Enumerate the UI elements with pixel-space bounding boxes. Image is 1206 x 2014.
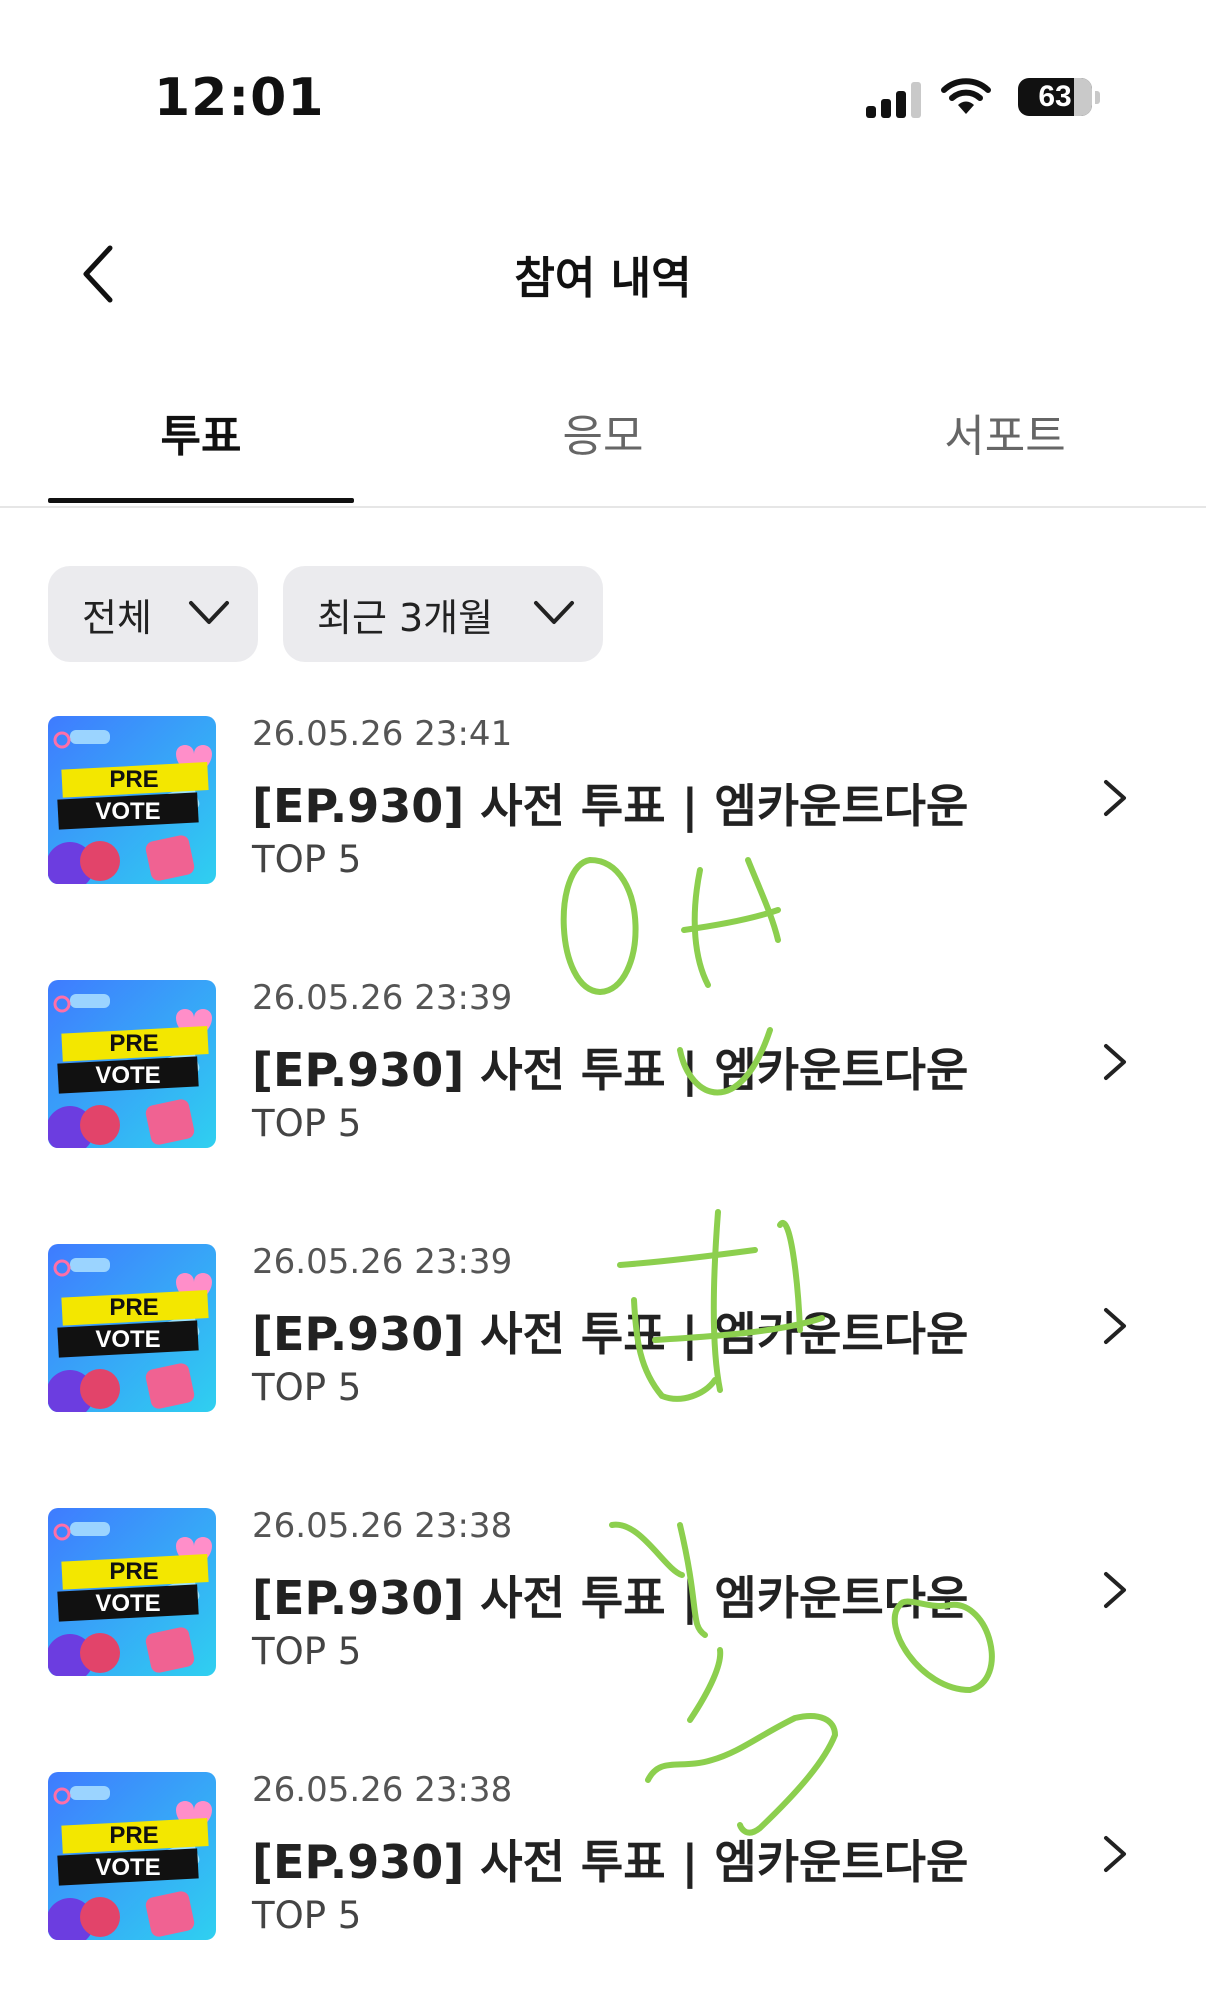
vote-thumbnail: PRE VOTE xyxy=(48,980,216,1148)
vote-date: 26.05.26 23:41 xyxy=(252,714,513,754)
filter-category-label: 전체 xyxy=(82,595,152,640)
chevron-right-icon[interactable] xyxy=(1102,1834,1128,1874)
chevron-down-icon xyxy=(534,601,574,624)
tab-apply[interactable]: 응모 xyxy=(450,400,756,464)
vote-date: 26.05.26 23:38 xyxy=(252,1770,513,1810)
filter-period-label: 최근 3개월 xyxy=(317,595,494,640)
thumb-text-pre: PRE xyxy=(109,1030,158,1057)
filter-period-dropdown[interactable]: 최근 3개월 xyxy=(283,566,603,662)
page-title: 참여 내역 xyxy=(514,253,692,304)
battery-tip xyxy=(1095,91,1100,104)
vote-date: 26.05.26 23:39 xyxy=(252,1242,513,1282)
chevron-right-icon[interactable] xyxy=(1102,778,1128,818)
filter-category-dropdown[interactable]: 전체 xyxy=(48,566,258,662)
vote-category: TOP 5 xyxy=(252,838,362,881)
battery-icon: 63 xyxy=(1018,78,1092,116)
thumb-text-pre: PRE xyxy=(109,1822,158,1849)
tab-bar: 투표 응모 서포트 xyxy=(0,380,1206,508)
vote-category: TOP 5 xyxy=(252,1102,362,1145)
chevron-right-icon[interactable] xyxy=(1102,1570,1128,1610)
thumb-text-pre: PRE xyxy=(109,1294,158,1321)
wifi-icon xyxy=(941,78,991,114)
thumb-text-pre: PRE xyxy=(109,1558,158,1585)
vote-thumbnail: PRE VOTE xyxy=(48,1772,216,1940)
list-item[interactable]: PRE VOTE 26.05.26 23:38 [EP.930] 사전 투표 |… xyxy=(0,1762,1206,1962)
thumb-text-vote: VOTE xyxy=(95,798,160,825)
status-bar: 12:01 63 xyxy=(0,0,1206,190)
vote-thumbnail: PRE VOTE xyxy=(48,1244,216,1412)
list-item[interactable]: PRE VOTE 26.05.26 23:39 [EP.930] 사전 투표 |… xyxy=(0,1234,1206,1434)
vote-title: [EP.930] 사전 투표 | 엠카운트다운 xyxy=(252,1835,969,1889)
vote-title: [EP.930] 사전 투표 | 엠카운트다운 xyxy=(252,1307,969,1361)
vote-date: 26.05.26 23:38 xyxy=(252,1506,513,1546)
vote-category: TOP 5 xyxy=(252,1894,362,1937)
vote-thumbnail: PRE VOTE xyxy=(48,1508,216,1676)
cellular-signal-icon xyxy=(866,82,926,118)
status-time: 12:01 xyxy=(154,68,325,128)
battery-level: 63 xyxy=(1038,80,1072,113)
vote-title: [EP.930] 사전 투표 | 엠카운트다운 xyxy=(252,779,969,833)
thumb-text-vote: VOTE xyxy=(95,1854,160,1881)
nav-header: 참여 내역 xyxy=(0,230,1206,310)
thumb-text-pre: PRE xyxy=(109,766,158,793)
thumb-text-vote: VOTE xyxy=(95,1062,160,1089)
vote-title: [EP.930] 사전 투표 | 엠카운트다운 xyxy=(252,1043,969,1097)
list-item[interactable]: PRE VOTE 26.05.26 23:39 [EP.930] 사전 투표 |… xyxy=(0,970,1206,1170)
thumb-text-vote: VOTE xyxy=(95,1326,160,1353)
vote-thumbnail: PRE VOTE xyxy=(48,716,216,884)
chevron-down-icon xyxy=(189,601,229,624)
list-item[interactable]: PRE VOTE 26.05.26 23:41 [EP.930] 사전 투표 |… xyxy=(0,706,1206,906)
tab-support[interactable]: 서포트 xyxy=(852,400,1158,464)
tab-vote[interactable]: 투표 xyxy=(48,400,354,464)
thumb-text-vote: VOTE xyxy=(95,1590,160,1617)
vote-date: 26.05.26 23:39 xyxy=(252,978,513,1018)
chevron-right-icon[interactable] xyxy=(1102,1042,1128,1082)
vote-title: [EP.930] 사전 투표 | 엠카운트다운 xyxy=(252,1571,969,1625)
chevron-right-icon[interactable] xyxy=(1102,1306,1128,1346)
vote-category: TOP 5 xyxy=(252,1366,362,1409)
list-item[interactable]: PRE VOTE 26.05.26 23:38 [EP.930] 사전 투표 |… xyxy=(0,1498,1206,1698)
tab-active-indicator xyxy=(48,498,354,503)
vote-category: TOP 5 xyxy=(252,1630,362,1673)
